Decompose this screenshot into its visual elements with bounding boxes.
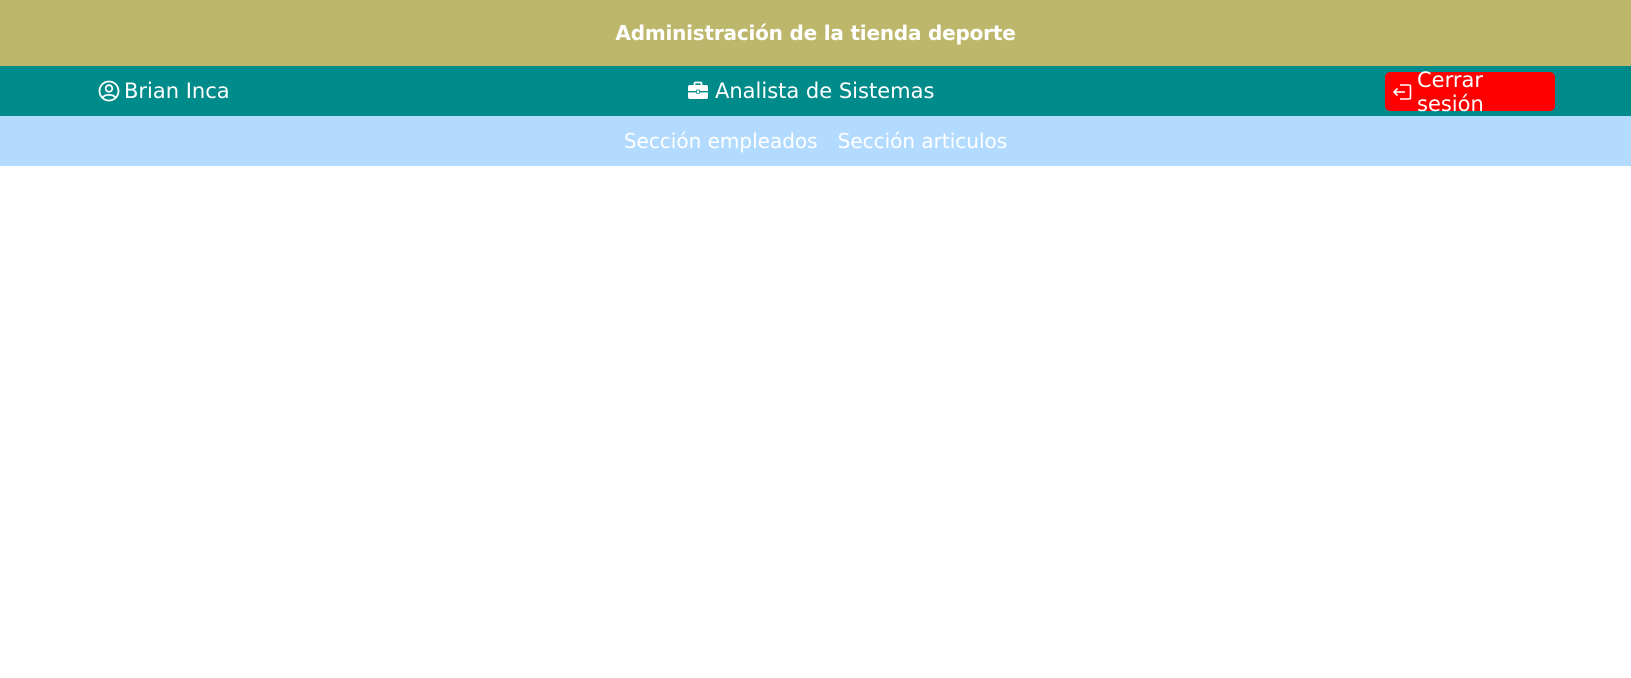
user-role-info: Analista de Sistemas <box>687 66 934 116</box>
user-role: Analista de Sistemas <box>715 79 935 103</box>
user-bar: Brian Inca Analista de Sistemas Cerrar s… <box>0 66 1631 116</box>
briefcase-icon <box>687 81 709 101</box>
user-circle-icon <box>98 80 120 102</box>
section-nav: Sección empleados Sección articulos <box>0 116 1631 166</box>
main-content <box>0 166 1631 678</box>
logout-label: Cerrar sesión <box>1417 67 1484 116</box>
page-title: Administración de la tienda deporte <box>615 21 1016 45</box>
user-name: Brian Inca <box>124 79 230 103</box>
logout-icon <box>1391 82 1413 102</box>
nav-link-empleados[interactable]: Sección empleados <box>624 129 818 153</box>
logout-button[interactable]: Cerrar sesión <box>1385 68 1555 116</box>
user-info: Brian Inca <box>98 66 230 116</box>
nav-link-articulos[interactable]: Sección articulos <box>838 129 1008 153</box>
title-bar: Administración de la tienda deporte <box>0 0 1631 66</box>
